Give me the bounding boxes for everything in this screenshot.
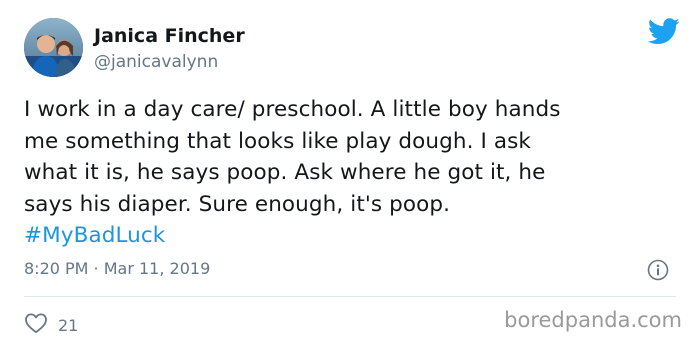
divider xyxy=(24,296,676,297)
tweet-text: I work in a day care/ preschool. A littl… xyxy=(24,94,674,252)
tweet-timestamp[interactable]: 8:20 PM · Mar 11, 2019 xyxy=(24,259,210,278)
like-count: 21 xyxy=(58,315,79,335)
author-names: Janica Fincher @janicavalynn xyxy=(94,24,245,74)
info-icon[interactable] xyxy=(647,259,669,281)
tweet-header: Janica Fincher @janicavalynn xyxy=(24,18,676,82)
hashtag-link[interactable]: #MyBadLuck xyxy=(24,220,674,252)
tweet-text-line: says his diaper. Sure enough, it's poop. xyxy=(24,191,451,217)
tweet-card: Janica Fincher @janicavalynn I work in a… xyxy=(0,0,700,349)
watermark: boredpanda.com xyxy=(504,308,682,332)
tweet-text-line: me something that looks like play dough.… xyxy=(24,128,531,154)
tweet-text-line: I work in a day care/ preschool. A littl… xyxy=(24,97,561,122)
twitter-bird-icon[interactable] xyxy=(647,18,680,45)
tweet-text-line: what it is, he says poop. Ask where he g… xyxy=(24,160,546,185)
avatar[interactable] xyxy=(24,18,83,77)
user-handle[interactable]: @janicavalynn xyxy=(94,50,245,74)
like-button[interactable]: 21 xyxy=(24,312,78,338)
heart-icon[interactable] xyxy=(24,312,48,338)
display-name[interactable]: Janica Fincher xyxy=(94,24,245,48)
